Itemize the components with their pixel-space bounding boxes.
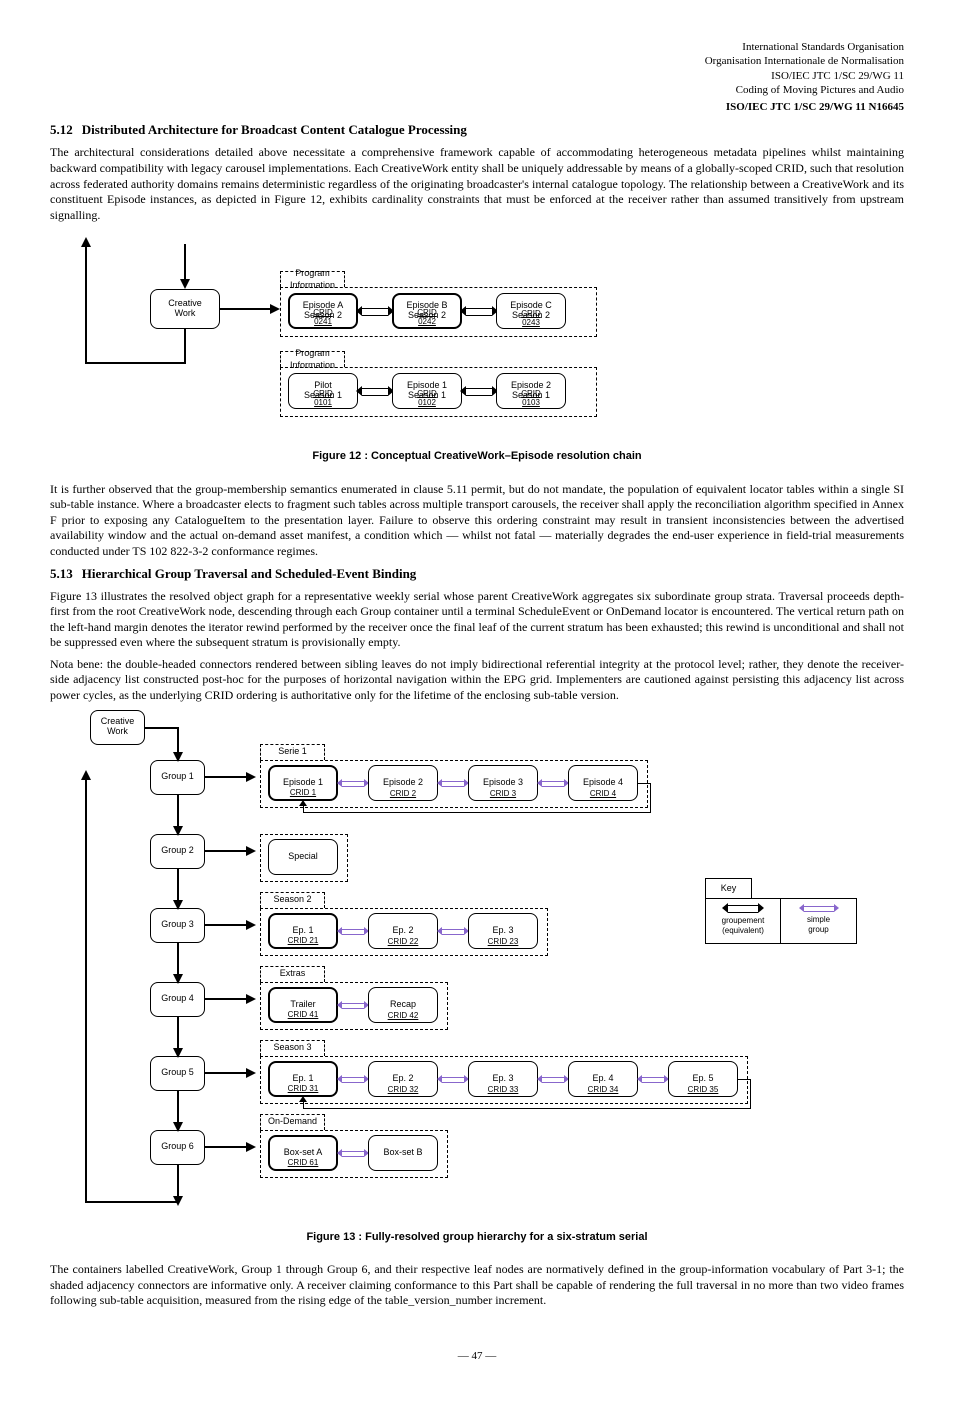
header-doc-id: ISO/IEC JTC 1/SC 29/WG 11 N16645 bbox=[50, 100, 904, 114]
fig13-g5-leaf-1: Ep. 1CRID 31 bbox=[268, 1061, 338, 1097]
fig13-g5-leaf-5: Ep. 5CRID 35 bbox=[668, 1061, 738, 1097]
fig12-ep-a: Episode A Season 2CRID 0241 bbox=[288, 293, 358, 329]
header-line-3: ISO/IEC JTC 1/SC 29/WG 11 bbox=[50, 69, 904, 83]
fig13-g6-leaf-2: Box-set B bbox=[368, 1135, 438, 1171]
section-5-13-number: 5.13 bbox=[50, 566, 73, 581]
fig12-ep-b: Episode B Season 2CRID 0242 bbox=[392, 293, 462, 329]
fig12-group1-tab: Program Information bbox=[280, 271, 345, 287]
fig13-g1-leaf-4: Episode 4CRID 4 bbox=[568, 765, 638, 801]
fig13-g3-leaf-3: Ep. 3CRID 23 bbox=[468, 913, 538, 949]
closing-para: The containers labelled CreativeWork, Gr… bbox=[50, 1262, 904, 1309]
fig13-group-2: Group 2 bbox=[150, 834, 205, 869]
fig13-g6-leaf-1: Box-set ACRID 61 bbox=[268, 1135, 338, 1171]
fig13-group-4-tab: Extras bbox=[260, 966, 325, 982]
figure-12-diagram: Creative Work Program Information Episod… bbox=[70, 229, 670, 439]
fig13-g4-leaf-1: TrailerCRID 41 bbox=[268, 987, 338, 1023]
fig13-g1-leaf-3: Episode 3CRID 3 bbox=[468, 765, 538, 801]
figure-13-caption: Figure 13 : Fully-resolved group hierarc… bbox=[50, 1230, 904, 1244]
fig13-creative-work: Creative Work bbox=[90, 710, 145, 745]
fig13-g2-leaf-1: Special bbox=[268, 839, 338, 875]
fig13-group-1: Group 1 bbox=[150, 760, 205, 795]
figure-13-diagram: Creative Work Group 1 Serie 1 Episode 1CRI… bbox=[70, 710, 870, 1220]
fig13-group-6-tab: On-Demand bbox=[260, 1114, 325, 1130]
fig13-g5-leaf-3: Ep. 3CRID 33 bbox=[468, 1061, 538, 1097]
fig13-group-5: Group 5 bbox=[150, 1056, 205, 1091]
fig13-group-6: Group 6 bbox=[150, 1130, 205, 1165]
fig13-g5-leaf-4: Ep. 4CRID 34 bbox=[568, 1061, 638, 1097]
fig13-legend-title: Key bbox=[705, 878, 752, 899]
section-5-12-para-1: The architectural considerations detaile… bbox=[50, 145, 904, 223]
fig13-group-3-tab: Season 2 bbox=[260, 892, 325, 908]
section-5-13-para-1: Figure 13 illustrates the resolved objec… bbox=[50, 589, 904, 651]
fig13-group-4: Group 4 bbox=[150, 982, 205, 1017]
fig12-s1-b: Episode 1 Season 1CRID 0102 bbox=[392, 373, 462, 409]
fig13-g1-leaf-1: Episode 1CRID 1 bbox=[268, 765, 338, 801]
section-5-12-title: Distributed Architecture for Broadcast C… bbox=[82, 122, 467, 137]
section-5-13-para-2: Nota bene: the double-headed connectors … bbox=[50, 657, 904, 704]
fig13-g4-leaf-2: RecapCRID 42 bbox=[368, 987, 438, 1023]
fig12-ep-c: Episode C Season 2CRID 0243 bbox=[496, 293, 566, 329]
fig12-creative-work-box: Creative Work bbox=[150, 289, 220, 329]
fig13-group-5-tab: Season 3 bbox=[260, 1040, 325, 1056]
header-line-1: International Standards Organisation bbox=[50, 40, 904, 54]
fig12-s1-a: Pilot Season 1CRID 0101 bbox=[288, 373, 358, 409]
fig13-g3-leaf-2: Ep. 2CRID 22 bbox=[368, 913, 438, 949]
page-footer: — 47 — bbox=[50, 1349, 904, 1363]
fig12-s1-c: Episode 2 Season 1CRID 0103 bbox=[496, 373, 566, 409]
header-line-4: Coding of Moving Pictures and Audio bbox=[50, 83, 904, 97]
header-line-2: Organisation Internationale de Normalisa… bbox=[50, 54, 904, 68]
fig13-group-1-tab: Serie 1 bbox=[260, 744, 325, 760]
section-5-13-title: Hierarchical Group Traversal and Schedul… bbox=[82, 566, 417, 581]
fig13-g5-leaf-2: Ep. 2CRID 32 bbox=[368, 1061, 438, 1097]
figure-12-caption: Figure 12 : Conceptual CreativeWork–Epis… bbox=[50, 449, 904, 463]
fig13-g1-leaf-2: Episode 2CRID 2 bbox=[368, 765, 438, 801]
fig13-group-3: Group 3 bbox=[150, 908, 205, 943]
section-5-12-para-2: It is further observed that the group-me… bbox=[50, 482, 904, 560]
fig12-group2-tab: Program Information bbox=[280, 351, 345, 367]
section-5-12-number: 5.12 bbox=[50, 122, 73, 137]
fig13-g3-leaf-1: Ep. 1CRID 21 bbox=[268, 913, 338, 949]
